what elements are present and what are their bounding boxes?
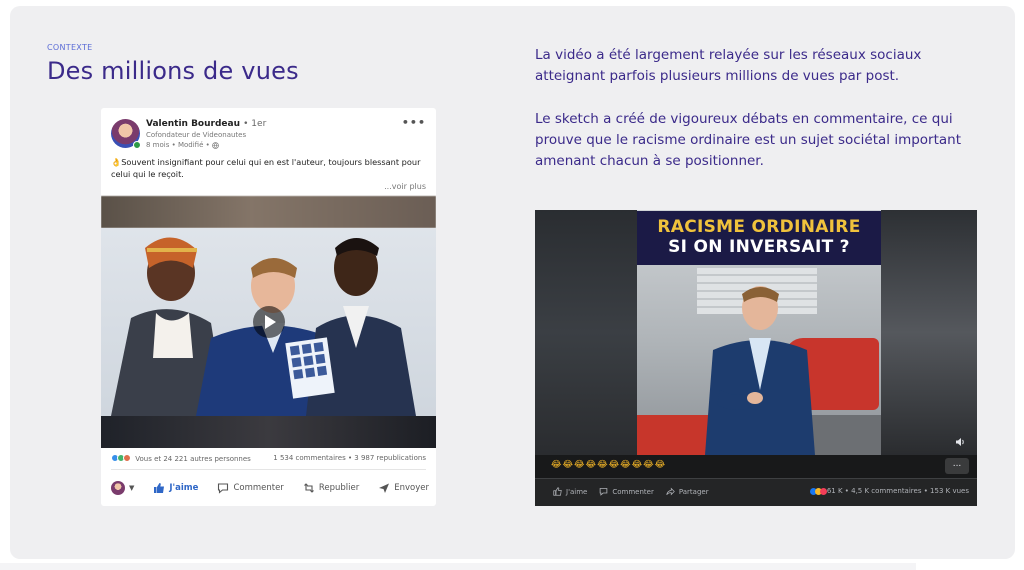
globe-icon bbox=[212, 141, 219, 149]
online-status-icon bbox=[133, 141, 141, 149]
play-icon[interactable] bbox=[253, 306, 285, 338]
video-blur-top bbox=[101, 196, 436, 228]
see-more-link[interactable]: ...voir plus bbox=[384, 182, 426, 191]
comment-icon bbox=[218, 483, 229, 494]
video-blur-bottom bbox=[101, 416, 436, 448]
connection-degree: • 1er bbox=[243, 119, 267, 129]
post-text: 👌Souvent insignifiant pour celui qui en … bbox=[111, 157, 421, 179]
send-icon bbox=[379, 483, 390, 493]
chevron-down-icon: ▼ bbox=[129, 484, 135, 492]
banner-line-1: RACISME ORDINAIRE bbox=[657, 217, 861, 237]
thumbs-up-icon bbox=[553, 487, 562, 496]
post-actions: ▼ J'aime Commenter Republier Envoyer bbox=[111, 479, 429, 497]
reactions-summary[interactable]: Vous et 24 221 autres personnes bbox=[111, 454, 251, 464]
send-button[interactable]: Envoyer bbox=[378, 482, 429, 494]
description-paragraph-2: Le sketch a créé de vigoureux débats en … bbox=[535, 111, 962, 169]
presenter-illustration bbox=[705, 286, 815, 455]
section-eyebrow: CONTEXTE bbox=[47, 43, 93, 52]
author-name[interactable]: Valentin Bourdeau • 1er bbox=[146, 119, 266, 129]
author-title: Cofondateur de Videonautes bbox=[146, 131, 247, 139]
post-stats[interactable]: 1 534 commentaires • 3 987 republication… bbox=[273, 454, 426, 462]
video-blur-right bbox=[881, 210, 977, 455]
repost-button[interactable]: Republier bbox=[303, 482, 359, 494]
more-options-icon[interactable]: ••• bbox=[402, 116, 426, 129]
volume-icon[interactable] bbox=[955, 437, 965, 450]
video-stats[interactable]: 61 K • 4,5 K commentaires • 153 K vues bbox=[809, 487, 969, 495]
thumbs-up-icon bbox=[154, 483, 165, 493]
share-icon bbox=[666, 487, 675, 496]
share-button[interactable]: Partager bbox=[666, 487, 709, 496]
reaction-icons bbox=[809, 487, 827, 495]
page-title: Des millions de vues bbox=[47, 57, 299, 85]
facebook-video-post: RACISME ORDINAIRE SI ON INVERSAIT ? 😂😂😂😂… bbox=[535, 210, 977, 506]
video-title-banner: RACISME ORDINAIRE SI ON INVERSAIT ? bbox=[637, 211, 881, 265]
comment-icon bbox=[600, 488, 608, 496]
bottom-strip bbox=[0, 563, 1024, 570]
banner-line-2: SI ON INVERSAIT ? bbox=[668, 237, 850, 257]
comment-button[interactable]: Commenter bbox=[217, 482, 284, 494]
more-options-button[interactable]: ... bbox=[945, 458, 969, 474]
reaction-icons bbox=[111, 454, 133, 464]
reaction-avatar-selector[interactable]: ▼ bbox=[111, 481, 134, 495]
divider bbox=[111, 469, 426, 470]
comment-button[interactable]: Commenter bbox=[599, 487, 654, 496]
video-blur-left bbox=[535, 210, 637, 455]
description-paragraph-1: La vidéo a été largement relayée sur les… bbox=[535, 47, 922, 84]
linkedin-post: Valentin Bourdeau • 1er Cofondateur de V… bbox=[101, 108, 436, 506]
emoji-reactions-row[interactable]: 😂😂😂😂😂😂😂😂😂😂 bbox=[551, 460, 666, 470]
video-action-bar: J'aime Commenter Partager 61 K • 4,5 K c… bbox=[535, 478, 977, 506]
avatar bbox=[111, 481, 125, 495]
repost-icon bbox=[303, 483, 314, 493]
post-meta: 8 mois • Modifié • bbox=[146, 141, 219, 149]
like-button[interactable]: J'aime bbox=[553, 487, 587, 496]
like-button[interactable]: J'aime bbox=[153, 482, 198, 494]
